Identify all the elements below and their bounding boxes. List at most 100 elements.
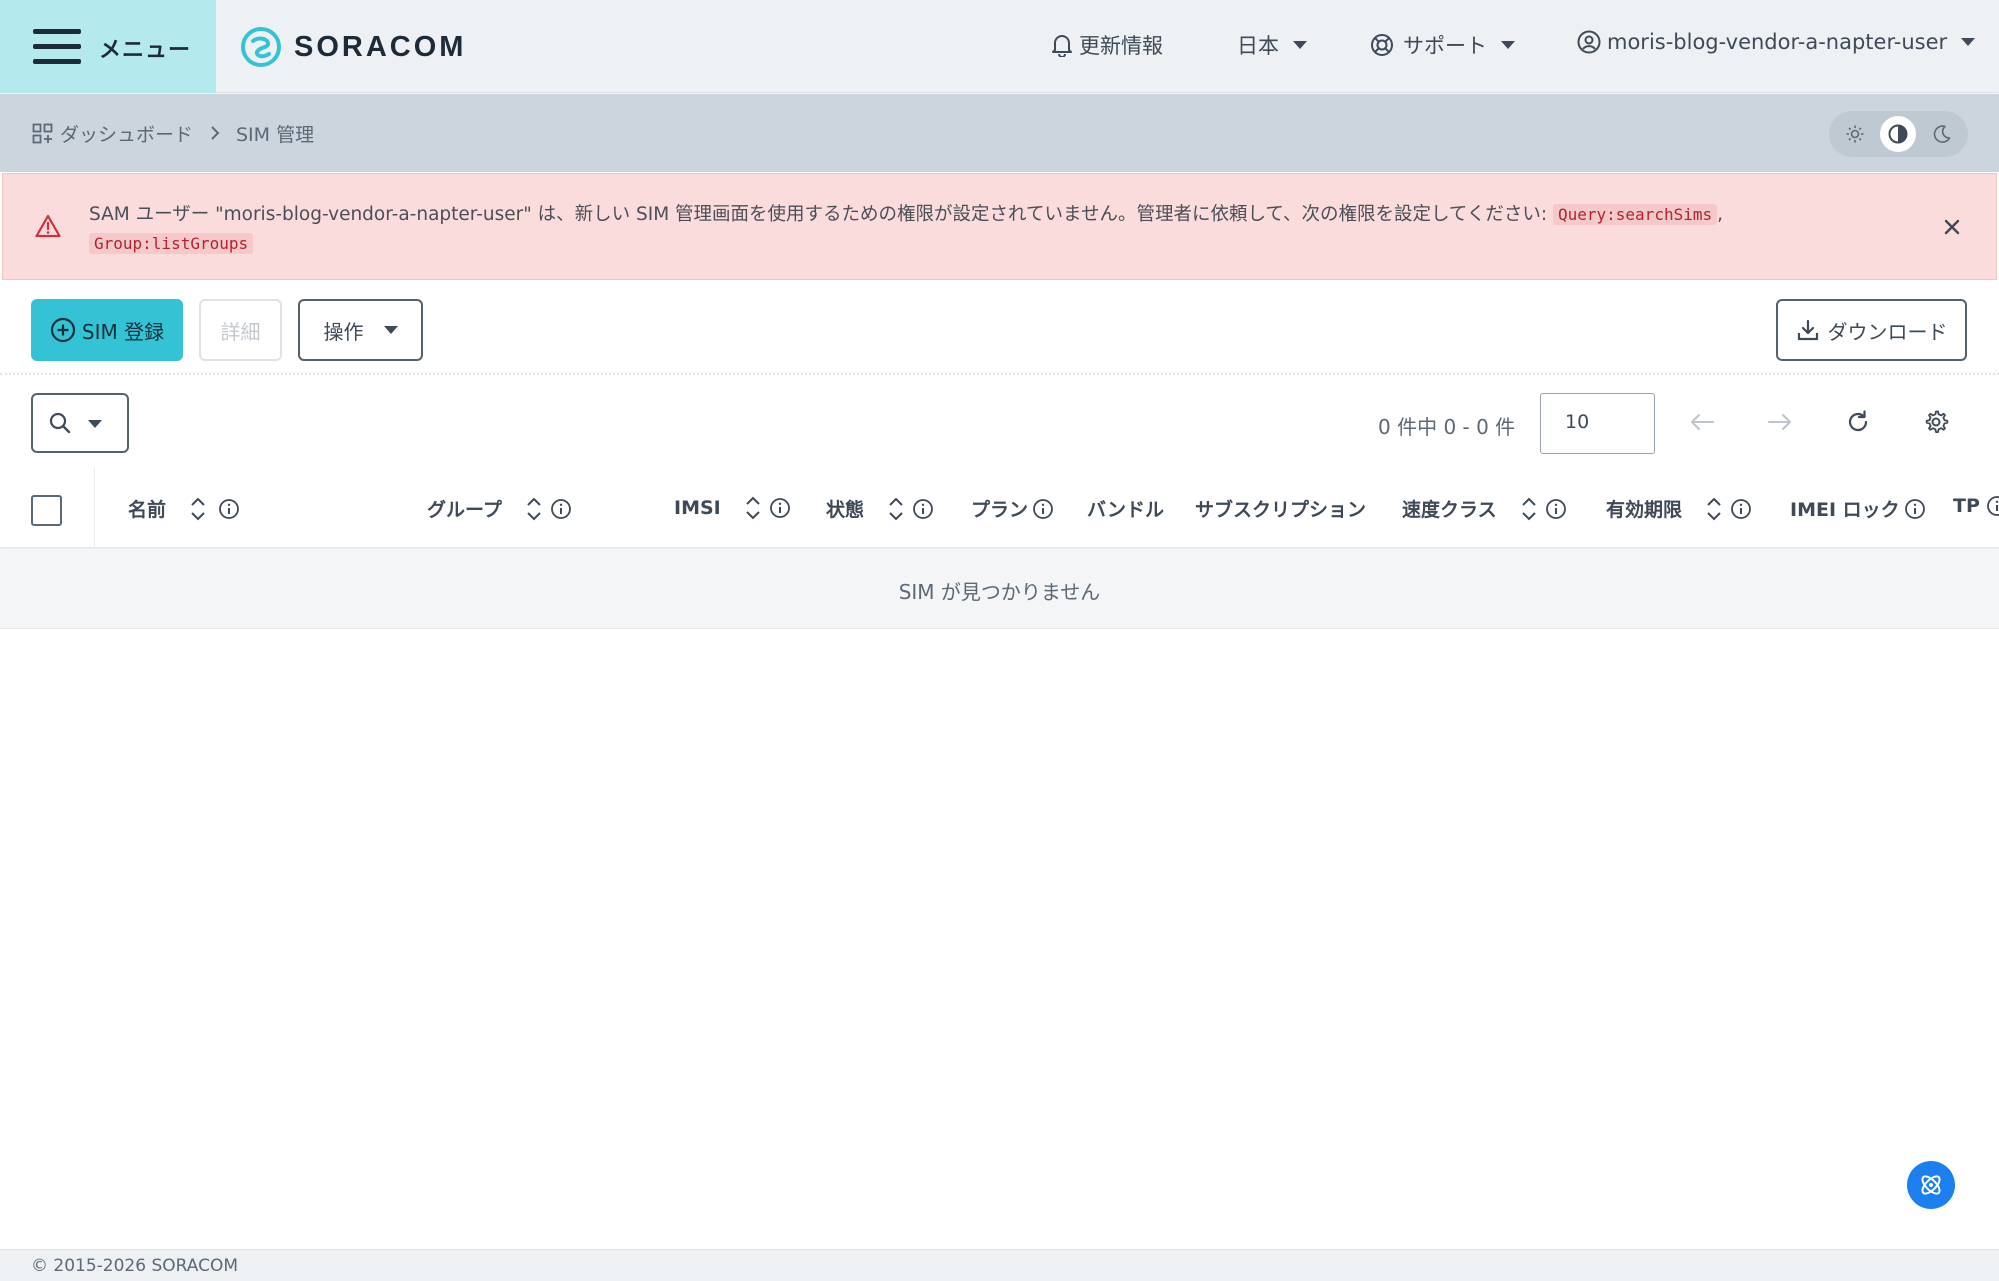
next-page-button[interactable] bbox=[1765, 407, 1795, 437]
breadcrumb: ダッシュボード SIM 管理 bbox=[0, 94, 1999, 172]
column-tp-label: TP bbox=[1953, 495, 1980, 517]
chevron-down-icon bbox=[1293, 41, 1307, 49]
user-label: moris-blog-vendor-a-napter-user bbox=[1607, 30, 1948, 54]
region-label: 日本 bbox=[1237, 34, 1279, 58]
info-icon[interactable] bbox=[1545, 498, 1567, 520]
warning-icon bbox=[35, 214, 61, 238]
theme-toggle bbox=[1829, 111, 1968, 157]
dashboard-icon bbox=[32, 123, 53, 143]
actions-dropdown-button[interactable]: 操作 bbox=[298, 299, 423, 361]
close-icon[interactable] bbox=[1942, 217, 1962, 237]
select-all-cell bbox=[0, 468, 95, 548]
column-header-imsi[interactable]: IMSI bbox=[674, 495, 791, 521]
empty-table-message: SIM が見つかりません bbox=[0, 549, 1999, 629]
copyright-text: © 2015-2026 SORACOM bbox=[31, 1256, 239, 1276]
theme-light-option[interactable] bbox=[1837, 116, 1873, 152]
chevron-down-icon bbox=[383, 326, 398, 334]
previous-page-button[interactable] bbox=[1687, 407, 1717, 437]
bell-icon bbox=[1052, 35, 1072, 57]
download-label: ダウンロード bbox=[1827, 319, 1948, 344]
info-icon[interactable] bbox=[1986, 495, 1999, 517]
download-button[interactable]: ダウンロード bbox=[1776, 299, 1967, 361]
column-header-name[interactable]: 名前 bbox=[128, 495, 240, 522]
auto-contrast-icon bbox=[1888, 124, 1908, 144]
alert-message-text: SAM ユーザー "moris-blog-vendor-a-napter-use… bbox=[89, 204, 1553, 225]
refresh-button[interactable] bbox=[1843, 407, 1873, 437]
breadcrumb-home[interactable]: ダッシュボード bbox=[32, 120, 193, 147]
chevron-down-icon bbox=[1501, 41, 1515, 49]
column-name-label: 名前 bbox=[128, 499, 167, 521]
register-sim-button[interactable]: SIM 登録 bbox=[31, 299, 183, 361]
support-menu[interactable]: サポート bbox=[1370, 30, 1515, 60]
info-icon[interactable] bbox=[912, 498, 934, 520]
column-expiry-label: 有効期限 bbox=[1606, 499, 1683, 521]
help-chat-button[interactable] bbox=[1907, 1161, 1955, 1209]
column-bundle-label: バンドル bbox=[1087, 499, 1164, 521]
soracom-logo-icon bbox=[241, 27, 281, 67]
details-label: 詳細 bbox=[220, 319, 261, 344]
lifebuoy-icon bbox=[1371, 34, 1393, 56]
chevron-down-icon bbox=[88, 420, 102, 428]
alert-separator: , bbox=[1717, 204, 1723, 225]
register-sim-label: SIM 登録 bbox=[81, 319, 165, 344]
updates-label: 更新情報 bbox=[1079, 34, 1163, 58]
sort-icon[interactable] bbox=[888, 496, 904, 522]
sort-icon[interactable] bbox=[526, 496, 542, 522]
actions-label: 操作 bbox=[323, 319, 364, 344]
info-icon[interactable] bbox=[1032, 498, 1054, 520]
add-circle-icon bbox=[50, 317, 75, 343]
column-header-plan[interactable]: プラン bbox=[971, 495, 1054, 522]
column-header-tp[interactable]: TP bbox=[1953, 495, 1999, 517]
column-header-expiry[interactable]: 有効期限 bbox=[1606, 495, 1752, 522]
column-imei-lock-label: IMEI ロック bbox=[1790, 499, 1900, 521]
support-label: サポート bbox=[1403, 34, 1487, 58]
per-page-input[interactable]: 10 bbox=[1540, 393, 1655, 454]
theme-auto-option[interactable] bbox=[1880, 116, 1916, 152]
column-header-bundle[interactable]: バンドル bbox=[1087, 495, 1164, 522]
chevron-right-icon bbox=[211, 126, 220, 140]
soracom-logo[interactable]: SORACOM bbox=[240, 25, 466, 69]
info-icon[interactable] bbox=[550, 498, 572, 520]
column-header-speed-class[interactable]: 速度クラス bbox=[1402, 495, 1567, 522]
table-header: 名前 グループ IMSI 状態 プラン バンドル サブスクリプション 速度クラス… bbox=[0, 468, 1999, 548]
filter-row: 0 件中 0 - 0 件 10 bbox=[0, 377, 1999, 467]
menu-button[interactable]: メニュー bbox=[0, 0, 216, 93]
gear-icon bbox=[1925, 410, 1949, 433]
details-button[interactable]: 詳細 bbox=[199, 299, 282, 361]
column-header-group[interactable]: グループ bbox=[427, 495, 572, 522]
download-icon bbox=[1797, 319, 1818, 341]
info-icon[interactable] bbox=[769, 497, 791, 519]
sort-icon[interactable] bbox=[745, 495, 761, 521]
arrow-left-icon bbox=[1691, 414, 1714, 430]
info-icon[interactable] bbox=[218, 498, 240, 520]
sort-icon[interactable] bbox=[190, 496, 206, 522]
column-header-subscription[interactable]: サブスクリプション bbox=[1195, 495, 1366, 522]
search-filter-button[interactable] bbox=[31, 393, 129, 453]
select-all-checkbox[interactable] bbox=[31, 495, 62, 526]
column-header-status[interactable]: 状態 bbox=[826, 495, 934, 522]
region-selector[interactable]: 日本 bbox=[1237, 30, 1307, 60]
column-subscription-label: サブスクリプション bbox=[1195, 499, 1367, 521]
footer: © 2015-2026 SORACOM bbox=[0, 1249, 1999, 1281]
theme-dark-option[interactable] bbox=[1924, 116, 1960, 152]
column-group-label: グループ bbox=[427, 499, 502, 521]
column-status-label: 状態 bbox=[826, 499, 865, 521]
chevron-down-icon bbox=[1961, 38, 1976, 46]
sort-icon[interactable] bbox=[1521, 496, 1537, 522]
breadcrumb-current-label: SIM 管理 bbox=[236, 124, 315, 146]
light-icon bbox=[1846, 125, 1864, 143]
sort-icon[interactable] bbox=[1706, 496, 1722, 522]
info-icon[interactable] bbox=[1904, 498, 1926, 520]
info-icon[interactable] bbox=[1730, 498, 1752, 520]
result-count: 0 件中 0 - 0 件 bbox=[1378, 415, 1516, 439]
column-imsi-label: IMSI bbox=[674, 497, 721, 519]
updates-link[interactable]: 更新情報 bbox=[1051, 30, 1163, 60]
toolbar: SIM 登録 詳細 操作 ダウンロード bbox=[0, 281, 1999, 375]
permission-code: Query:searchSims bbox=[1552, 204, 1718, 225]
breadcrumb-home-label: ダッシュボード bbox=[60, 124, 194, 146]
column-header-imei-lock[interactable]: IMEI ロック bbox=[1790, 495, 1926, 522]
table-settings-button[interactable] bbox=[1921, 407, 1951, 437]
permission-alert: SAM ユーザー "moris-blog-vendor-a-napter-use… bbox=[2, 173, 1997, 280]
user-menu[interactable]: moris-blog-vendor-a-napter-user bbox=[1577, 30, 1976, 54]
page: メニュー SORACOM 更新情報 日本 サポート moris-blog-ven… bbox=[0, 0, 1999, 1281]
